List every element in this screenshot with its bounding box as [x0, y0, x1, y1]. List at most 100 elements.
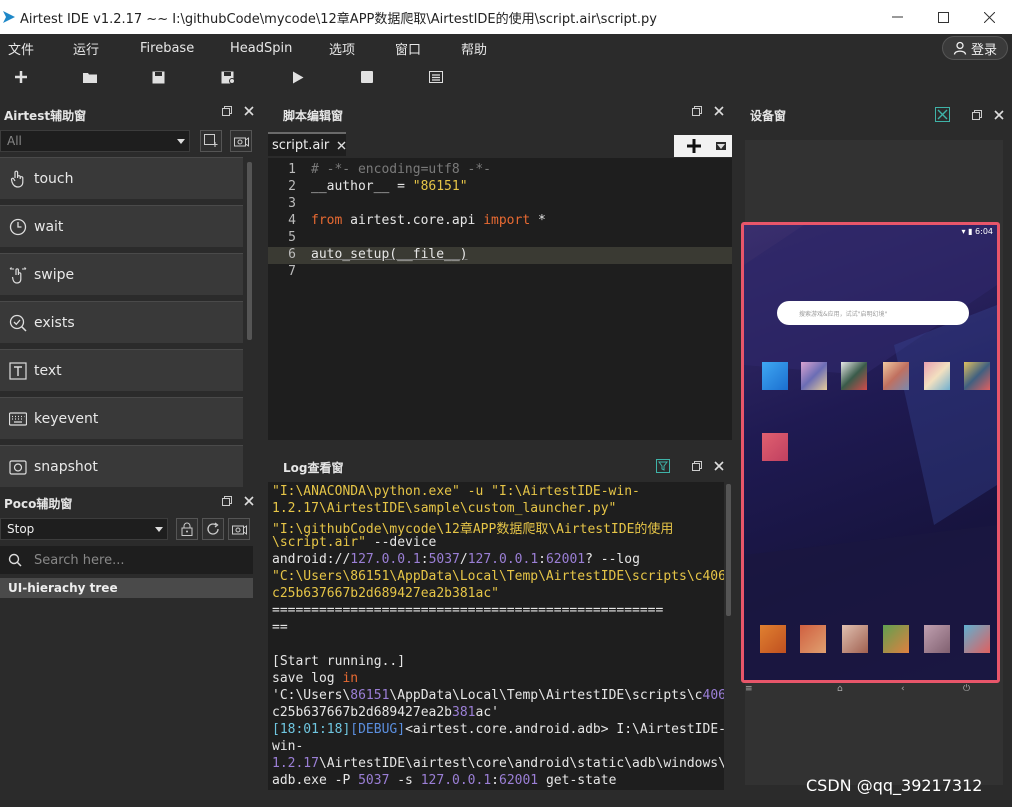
camera-record-icon — [233, 136, 249, 147]
app-icon[interactable] — [762, 362, 788, 390]
phone-search-bar[interactable]: 搜索游戏&应用，试试"启明幻境" — [777, 301, 969, 325]
tab-script-air[interactable]: script.air — [268, 132, 346, 156]
menu-window[interactable]: 窗口 — [395, 39, 421, 58]
close-panel-icon[interactable] — [244, 106, 254, 116]
power-nav-icon[interactable]: ⏻ — [963, 684, 970, 694]
snapshot-command-button[interactable]: snapshot — [0, 445, 243, 487]
app-icon[interactable] — [841, 362, 867, 390]
wifi-icon: ▾ ▮ — [961, 227, 973, 236]
menu-help[interactable]: 帮助 — [461, 39, 487, 58]
close-panel-icon[interactable] — [994, 109, 1004, 120]
back-nav-icon[interactable]: ‹ — [901, 684, 905, 694]
app-icon[interactable] — [801, 362, 827, 390]
run-button[interactable] — [289, 68, 307, 86]
airtest-filter-value: All — [7, 134, 22, 148]
close-window-button[interactable] — [966, 0, 1012, 34]
airtest-panel-scrollbar[interactable] — [247, 162, 252, 340]
phone-nav-bar: ≡ ⌂ ‹ ⏻ — [741, 684, 1000, 696]
swipe-command-button[interactable]: swipe — [0, 253, 243, 295]
airtest-filter-select[interactable]: All — [0, 130, 190, 152]
search-icon — [8, 553, 22, 567]
code-editor[interactable]: 1 # -*- encoding=utf8 -*- 2 __author__ = "… — [268, 158, 732, 440]
menu-nav-icon[interactable]: ≡ — [745, 684, 753, 694]
save-as-button[interactable] — [219, 68, 237, 86]
dock-app-icon[interactable] — [800, 625, 826, 653]
log-scrollbar[interactable] — [726, 484, 731, 616]
refresh-button[interactable] — [202, 518, 224, 540]
save-button[interactable] — [149, 68, 167, 86]
save-icon — [152, 71, 164, 83]
chevron-down-icon — [177, 139, 185, 144]
poco-panel-title: Poco辅助窗 — [4, 496, 73, 511]
float-panel-icon[interactable] — [222, 496, 232, 506]
dock-app-icon[interactable] — [842, 625, 868, 653]
code-line: 2 __author__ = "86151" — [268, 179, 732, 196]
log-view-button[interactable] — [427, 68, 445, 86]
app-icon[interactable] — [883, 362, 909, 390]
login-button[interactable]: 登录 — [942, 36, 1008, 60]
menu-options[interactable]: 选项 — [329, 39, 355, 58]
app-icon[interactable] — [924, 362, 950, 390]
lock-icon — [181, 522, 193, 536]
touch-command-button[interactable]: touch — [0, 157, 243, 199]
float-panel-icon[interactable] — [222, 106, 232, 116]
maximize-button[interactable] — [920, 0, 966, 34]
keyevent-command-button[interactable]: keyevent — [0, 397, 243, 439]
poco-mode-select[interactable]: Stop — [0, 518, 168, 540]
save-as-icon — [221, 71, 235, 84]
log-line: 1.2.17\AirtestIDE\airtest\core\android\s… — [272, 756, 724, 771]
new-button[interactable] — [12, 68, 30, 86]
exists-command-button[interactable]: exists — [0, 301, 243, 343]
menu-firebase[interactable]: Firebase — [140, 41, 194, 56]
auto-record-button[interactable] — [230, 130, 252, 152]
text-command-button[interactable]: text — [0, 349, 243, 391]
float-panel-icon[interactable] — [692, 106, 702, 116]
poco-search-placeholder: Search here... — [34, 552, 125, 568]
device-screen[interactable]: ▾ ▮ 6:04 搜索游戏&应用，试试"启明幻境" — [741, 222, 1000, 683]
close-panel-icon[interactable] — [244, 496, 254, 506]
ui-hierarchy-tree-header[interactable]: UI-hierachy tree — [0, 578, 253, 598]
line-number: 4 — [288, 213, 296, 228]
wait-command-button[interactable]: wait — [0, 205, 243, 247]
dock-app-icon[interactable] — [760, 625, 786, 653]
close-panel-icon[interactable] — [714, 106, 724, 116]
filter-icon[interactable] — [656, 459, 670, 473]
code-line: 1 # -*- encoding=utf8 -*- — [268, 162, 732, 179]
close-panel-icon[interactable] — [714, 461, 724, 471]
app-icon[interactable] — [762, 433, 788, 461]
log-line: \script.air" --device — [272, 535, 437, 550]
editor-panel-title: 脚本编辑窗 — [283, 108, 344, 123]
home-nav-icon[interactable]: ⌂ — [837, 684, 843, 694]
minimize-button[interactable] — [874, 0, 920, 34]
chevron-down-icon[interactable] — [716, 142, 726, 150]
keyboard-icon — [8, 409, 28, 429]
close-tab-icon[interactable] — [337, 141, 346, 150]
dock-app-icon[interactable] — [924, 625, 950, 653]
window-title: Airtest IDE v1.2.17 ~~ I:\githubCode\myc… — [20, 11, 657, 27]
dock-app-icon[interactable] — [883, 625, 909, 653]
tools-icon[interactable] — [935, 107, 950, 122]
record-image-button[interactable] — [200, 130, 222, 152]
app-icon[interactable] — [964, 362, 990, 390]
menu-headspin[interactable]: HeadSpin — [230, 41, 292, 56]
open-folder-icon — [83, 72, 97, 83]
editor-panel-controls — [692, 106, 724, 116]
log-line: [Start running..] — [272, 654, 406, 669]
poco-mode-value: Stop — [7, 522, 35, 536]
poco-search-field[interactable]: Search here... — [0, 546, 253, 574]
lock-button[interactable] — [176, 518, 198, 540]
menu-run[interactable]: 运行 — [73, 39, 99, 58]
float-panel-icon[interactable] — [972, 109, 982, 120]
code-line: 5 — [268, 230, 732, 247]
dock-app-icon[interactable] — [964, 625, 990, 653]
touch-icon — [8, 169, 28, 189]
phone-search-placeholder: 搜索游戏&应用，试试"启明幻境" — [799, 310, 888, 318]
float-panel-icon[interactable] — [692, 461, 702, 471]
poco-record-button[interactable] — [228, 518, 250, 540]
add-tab-button[interactable] — [674, 135, 732, 157]
stop-button[interactable] — [358, 68, 376, 86]
open-button[interactable] — [81, 68, 99, 86]
log-output[interactable]: "I:\ANACONDA\python.exe" -u "I:\AirtestI… — [268, 482, 724, 790]
menu-file[interactable]: 文件 — [8, 39, 34, 58]
minimize-icon — [891, 16, 903, 18]
